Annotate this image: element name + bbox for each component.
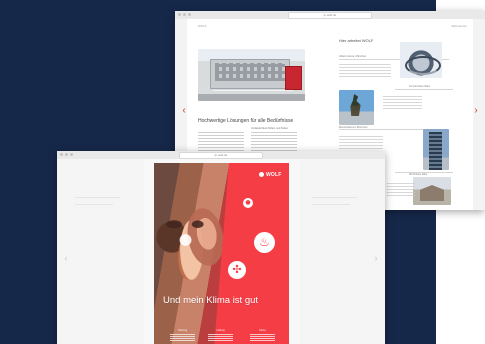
- caption-divider: [395, 172, 453, 173]
- factory-road: [198, 94, 305, 101]
- house-photo: [413, 177, 451, 205]
- brochure-cover[interactable]: WOLF ● ♨ ✣ Und mein Klima ist gut Heizun…: [154, 163, 289, 344]
- flame-icon: ♨: [254, 232, 275, 253]
- front-window-controls: [60, 153, 73, 156]
- close-window-dot[interactable]: [60, 153, 63, 156]
- cover-column-ventilation: Lüftung: [204, 329, 237, 341]
- maximize-window-dot[interactable]: [188, 13, 191, 16]
- tower-photo: [423, 129, 449, 170]
- side-placeholder-line: [312, 197, 357, 198]
- front-browser-window: lp.wolf.de ‹ › WOLF ● ♨ ✣ Und mein Klima…: [57, 151, 385, 344]
- monument-photo: [339, 90, 374, 125]
- side-placeholder-line: [312, 204, 350, 205]
- right-page-title: Hier arbeitet WOLF: [339, 38, 374, 43]
- cover-column-climate: Klima: [246, 329, 279, 341]
- chevron-left-icon[interactable]: ‹: [62, 252, 70, 264]
- front-left-pane: [57, 159, 144, 344]
- caption-divider: [395, 89, 453, 90]
- back-window-controls: [178, 13, 191, 16]
- screenshot-canvas: lp.wolf.de ‹ › WOLF Hochwertige Lösungen…: [0, 0, 485, 344]
- factory-red-facade: [285, 66, 302, 90]
- stadium-photo: [400, 42, 442, 78]
- reference-label: Konzerthaus Wien: [409, 85, 431, 88]
- close-window-dot[interactable]: [178, 13, 181, 16]
- brochure-slogan: Und mein Klima ist gut: [163, 295, 259, 306]
- front-browser-content: ‹ › WOLF ● ♨ ✣ Und mein Klima ist gut He…: [57, 159, 385, 344]
- side-placeholder-line: [75, 204, 113, 205]
- cover-column-heating: Heizung: [166, 329, 199, 341]
- portrait-photo: [154, 163, 229, 344]
- left-page-headline: Hochwertige Lösungen für alle Bedürfniss…: [198, 118, 294, 124]
- left-page-subhead-a: Verlässlichkeit fühlen und finden: [251, 127, 289, 130]
- side-placeholder-line: [75, 197, 120, 198]
- chevron-left-icon[interactable]: ‹: [180, 105, 188, 117]
- left-page-header: WOLF: [198, 25, 207, 28]
- reference-text-block: [387, 183, 415, 197]
- factory-photo: [198, 49, 305, 101]
- reference-text-block: [339, 64, 391, 78]
- minimize-window-dot[interactable]: [183, 13, 186, 16]
- reference-text-block: [339, 136, 383, 150]
- droplet-icon: ●: [243, 198, 253, 208]
- reference-text-block: [383, 96, 422, 110]
- wolf-logo: WOLF: [259, 171, 284, 179]
- front-url-field[interactable]: lp.wolf.de: [179, 152, 263, 159]
- factory-building: [210, 59, 290, 89]
- chevron-right-icon[interactable]: ›: [472, 105, 480, 117]
- reference-label: Allianz Arena, München: [339, 55, 367, 58]
- chevron-right-icon[interactable]: ›: [372, 252, 380, 264]
- minimize-window-dot[interactable]: [65, 153, 68, 156]
- right-page-header: Referenzen: [451, 25, 467, 28]
- fan-icon: ✣: [228, 261, 246, 279]
- back-url-field[interactable]: lp.wolf.de: [288, 12, 372, 19]
- red-cover-panel: [226, 163, 289, 344]
- maximize-window-dot[interactable]: [70, 153, 73, 156]
- parked-vehicles: [213, 88, 293, 93]
- reference-label: Wohnhaus Elbe: [409, 173, 428, 176]
